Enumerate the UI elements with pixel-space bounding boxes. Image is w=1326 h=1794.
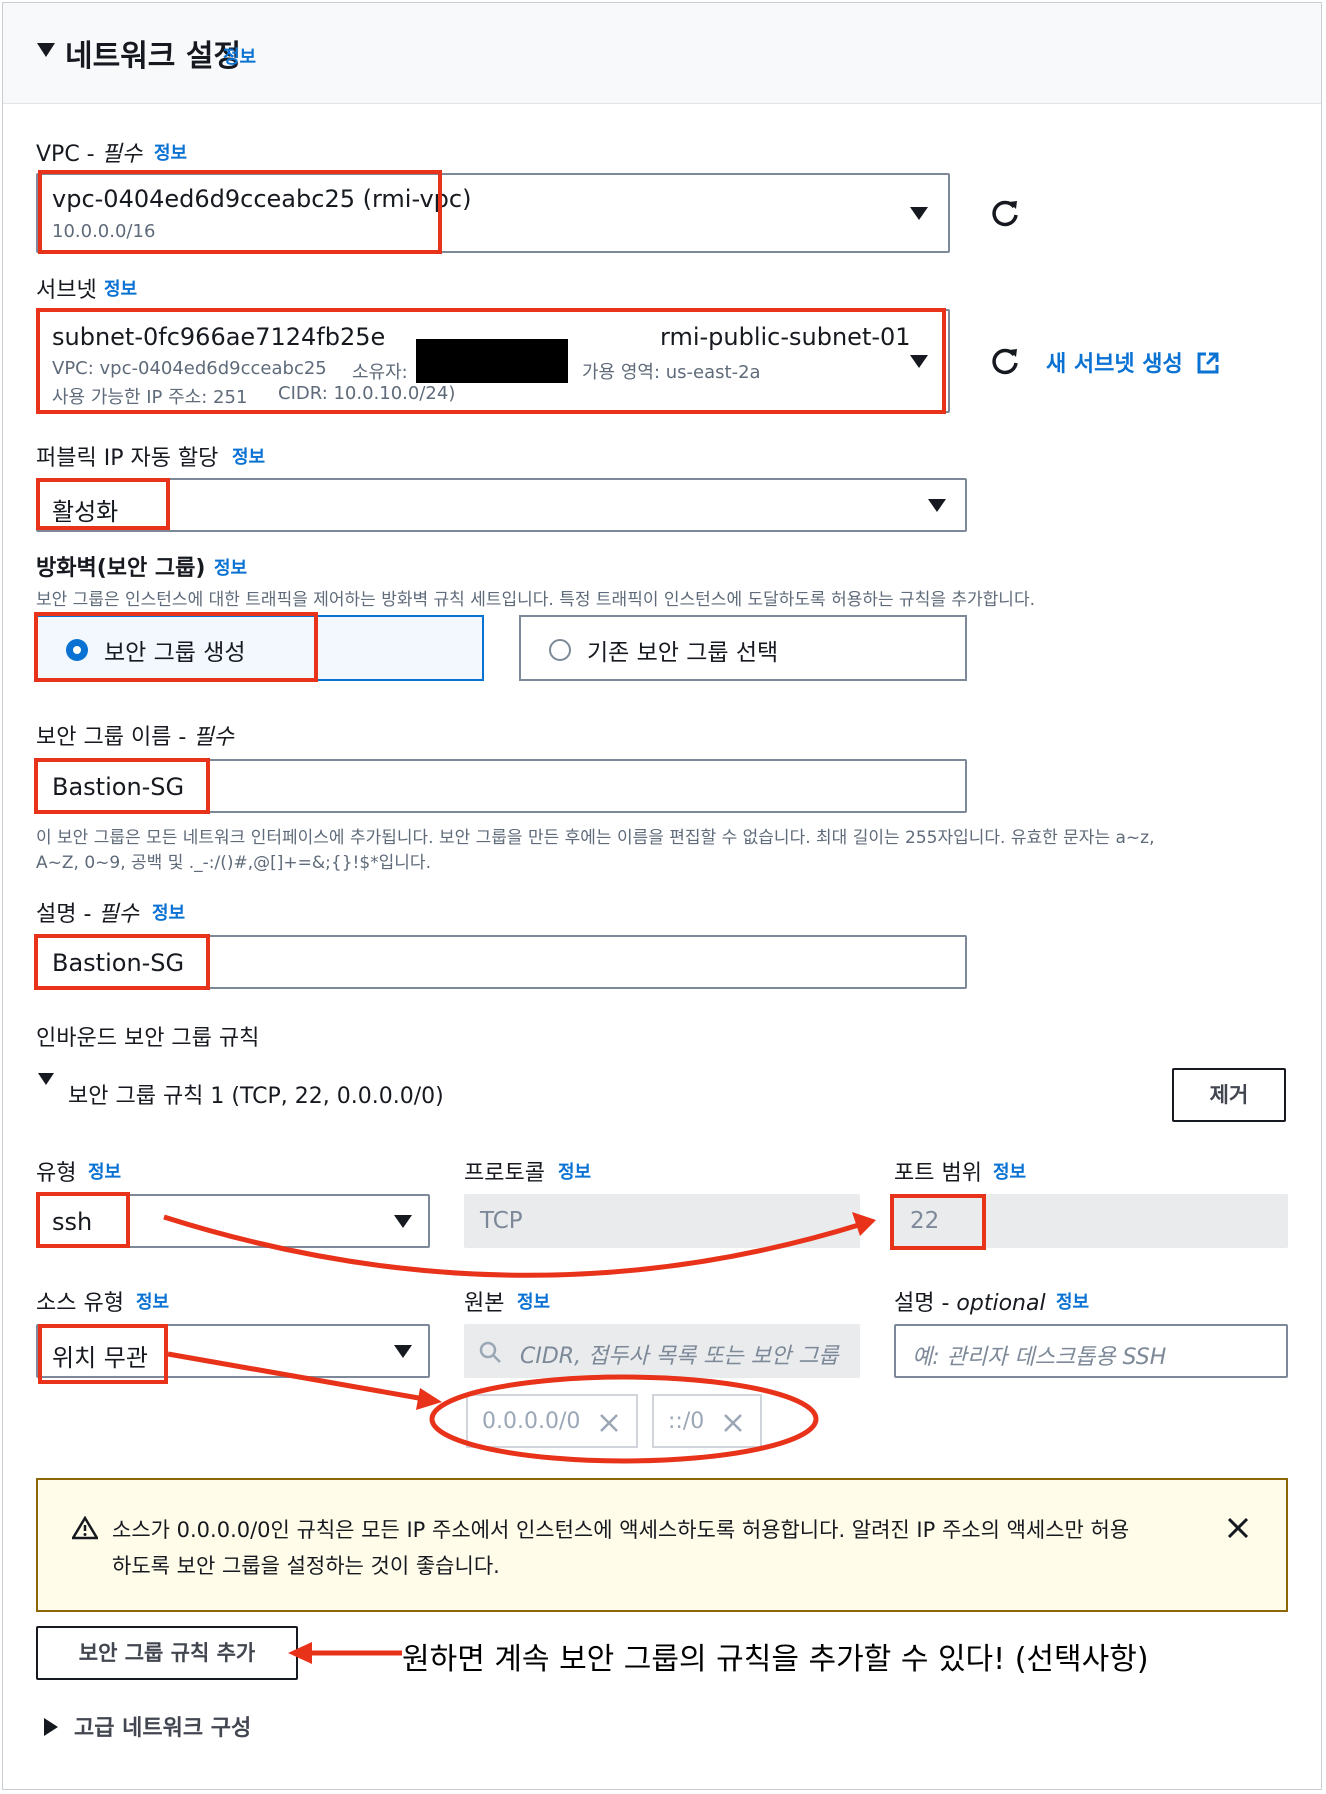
annotation-ellipse: [429, 1374, 819, 1464]
annotation-arrow: [167, 1351, 431, 1403]
annotation-arrows: [163, 1212, 876, 1664]
annotation-arrow: [163, 1214, 863, 1278]
annotation-arrowhead: [288, 1642, 312, 1664]
